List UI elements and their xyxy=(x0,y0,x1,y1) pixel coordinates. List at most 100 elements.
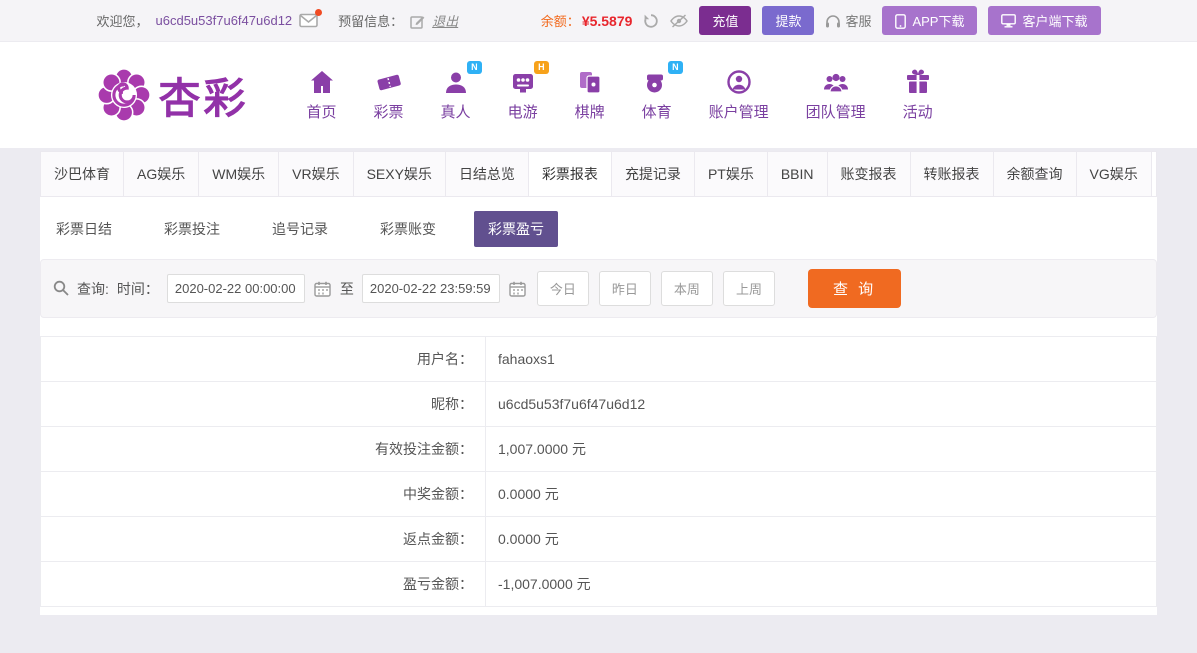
customer-service-label: 客服 xyxy=(845,14,872,29)
sports-whistle-icon xyxy=(643,68,671,96)
lottery-subtabs: 彩票日结 彩票投注 追号记录 彩票账变 彩票盈亏 xyxy=(42,211,1157,247)
brand-name: 杏彩 xyxy=(158,74,249,122)
nav-label: 棋牌 xyxy=(574,104,605,121)
row-value: 0.0000 元 xyxy=(498,531,559,547)
edit-icon[interactable] xyxy=(410,12,425,29)
header: 杏彩 首页 彩票 N 真人 H 电游 棋牌 N 体育 账户管理 团队管理 活动 xyxy=(0,42,1197,148)
topbar: 欢迎您， u6cd5u53f7u6f47u6d12 预留信息： 退出 余额： ¥5… xyxy=(0,0,1197,42)
end-datetime-input[interactable] xyxy=(361,274,500,303)
tab-vg[interactable]: VG娱乐 xyxy=(1076,152,1152,196)
welcome-text: 欢迎您， xyxy=(96,14,149,29)
table-row: 昵称： u6cd5u53f7u6f47u6d12 xyxy=(41,382,1156,427)
tab-saba-sports[interactable]: 沙巴体育 xyxy=(41,152,124,196)
subtab-chase-records[interactable]: 追号记录 xyxy=(258,211,342,247)
subtab-lottery-account-change[interactable]: 彩票账变 xyxy=(366,211,450,247)
table-row: 有效投注金额： 1,007.0000 元 xyxy=(41,427,1156,472)
start-calendar-icon[interactable] xyxy=(313,281,332,297)
live-person-icon xyxy=(442,68,470,96)
tab-deposit-withdraw-record[interactable]: 充提记录 xyxy=(611,152,695,196)
nav-item-live[interactable]: N 真人 xyxy=(440,61,482,122)
balance-label: 余额： xyxy=(540,14,580,29)
row-label: 昵称： xyxy=(41,382,486,426)
tab-wm[interactable]: WM娱乐 xyxy=(199,152,280,196)
nav-label: 彩票 xyxy=(373,104,404,121)
account-manage-icon xyxy=(725,68,753,96)
logout-link[interactable]: 退出 xyxy=(432,11,458,30)
tab-account-change-report[interactable]: 账变报表 xyxy=(827,152,911,196)
nav-item-egames[interactable]: H 电游 xyxy=(507,61,549,122)
mail-icon[interactable] xyxy=(299,9,323,28)
profit-loss-table: 用户名： fahaoxs1 昵称： u6cd5u53f7u6f47u6d12 有… xyxy=(40,336,1157,607)
nav-label: 团队管理 xyxy=(805,104,866,121)
query-bar: 查询: 时间： 至 今日 昨日 本周 上周 查 询 xyxy=(40,259,1157,318)
nav-badge-n: N xyxy=(467,61,482,74)
query-label: 查询: xyxy=(77,280,109,297)
nav-item-boardgames[interactable]: 棋牌 xyxy=(575,68,605,122)
team-manage-icon xyxy=(822,68,850,96)
query-submit-button[interactable]: 查 询 xyxy=(807,269,902,308)
report-tabbar: 沙巴体育 AG娱乐 WM娱乐 VR娱乐 SEXY娱乐 日结总览 彩票报表 充提记… xyxy=(40,151,1157,197)
subtab-lottery-profit-loss[interactable]: 彩票盈亏 xyxy=(474,211,558,247)
time-label: 时间： xyxy=(116,280,159,297)
end-calendar-icon[interactable] xyxy=(508,281,527,297)
tab-ag[interactable]: AG娱乐 xyxy=(124,152,200,196)
nav-item-activities[interactable]: 活动 xyxy=(903,68,933,122)
eye-off-icon[interactable] xyxy=(670,13,689,29)
balance-value: ¥5.5879 xyxy=(581,13,633,29)
tab-daily-summary[interactable]: 日结总览 xyxy=(445,152,529,196)
egame-slot-icon xyxy=(509,68,537,96)
client-download-button[interactable]: 客户端下载 xyxy=(988,6,1101,35)
row-label: 盈亏金额： xyxy=(41,562,486,606)
table-row: 盈亏金额： -1,007.0000 元 xyxy=(41,562,1156,607)
tab-pt[interactable]: PT娱乐 xyxy=(694,152,768,196)
client-download-label: 客户端下载 xyxy=(1022,14,1088,29)
row-value: u6cd5u53f7u6f47u6d12 xyxy=(498,396,646,412)
customer-service-link[interactable]: 客服 xyxy=(825,11,871,30)
this-week-button[interactable]: 本周 xyxy=(660,271,713,306)
monitor-icon xyxy=(1001,13,1017,29)
refresh-icon[interactable] xyxy=(643,12,659,29)
tab-lottery-report[interactable]: 彩票报表 xyxy=(528,152,612,196)
last-week-button[interactable]: 上周 xyxy=(722,271,775,306)
nav-label: 电游 xyxy=(507,104,538,121)
nav-item-sports[interactable]: N 体育 xyxy=(641,61,683,122)
row-value: 1,007.0000 元 xyxy=(498,441,586,457)
search-icon xyxy=(53,280,69,298)
table-row: 返点金额： 0.0000 元 xyxy=(41,517,1156,562)
nav-label: 首页 xyxy=(306,104,337,121)
tab-balance-query[interactable]: 余额查询 xyxy=(993,152,1077,196)
app-download-button[interactable]: APP下载 xyxy=(882,6,978,35)
row-label: 用户名： xyxy=(41,337,486,381)
tab-sexy[interactable]: SEXY娱乐 xyxy=(353,152,446,196)
start-datetime-input[interactable] xyxy=(166,274,305,303)
subtab-lottery-bets[interactable]: 彩票投注 xyxy=(150,211,234,247)
nav-item-account-manage[interactable]: 账户管理 xyxy=(709,68,769,122)
nav-label: 真人 xyxy=(440,104,471,121)
table-row: 中奖金额： 0.0000 元 xyxy=(41,472,1156,517)
brand-logo[interactable]: 杏彩 xyxy=(95,65,249,126)
nav-badge-n: N xyxy=(668,61,683,74)
nav-badge-h: H xyxy=(534,61,549,74)
home-icon xyxy=(308,68,336,96)
lottery-ticket-icon xyxy=(375,68,403,96)
row-value: -1,007.0000 元 xyxy=(498,576,591,592)
withdraw-button[interactable]: 提款 xyxy=(762,6,815,35)
tab-bbin[interactable]: BBIN xyxy=(767,152,828,196)
content-panel: 沙巴体育 AG娱乐 WM娱乐 VR娱乐 SEXY娱乐 日结总览 彩票报表 充提记… xyxy=(40,151,1157,615)
recharge-button[interactable]: 充值 xyxy=(699,6,752,35)
row-label: 返点金额： xyxy=(41,517,486,561)
username-text: u6cd5u53f7u6f47u6d12 xyxy=(155,13,293,28)
tab-vr[interactable]: VR娱乐 xyxy=(279,152,354,196)
today-button[interactable]: 今日 xyxy=(536,271,589,306)
notification-dot xyxy=(315,9,323,16)
tab-transfer-report[interactable]: 转账报表 xyxy=(910,152,994,196)
phone-icon xyxy=(895,12,907,29)
subtab-lottery-daily[interactable]: 彩票日结 xyxy=(42,211,126,247)
nav-item-team-manage[interactable]: 团队管理 xyxy=(806,68,866,122)
nav-item-home[interactable]: 首页 xyxy=(307,68,337,122)
yesterday-button[interactable]: 昨日 xyxy=(598,271,651,306)
nav-label: 活动 xyxy=(902,104,933,121)
nav-label: 体育 xyxy=(641,104,672,121)
nav-item-lottery[interactable]: 彩票 xyxy=(374,68,404,122)
app-download-label: APP下载 xyxy=(912,14,965,29)
